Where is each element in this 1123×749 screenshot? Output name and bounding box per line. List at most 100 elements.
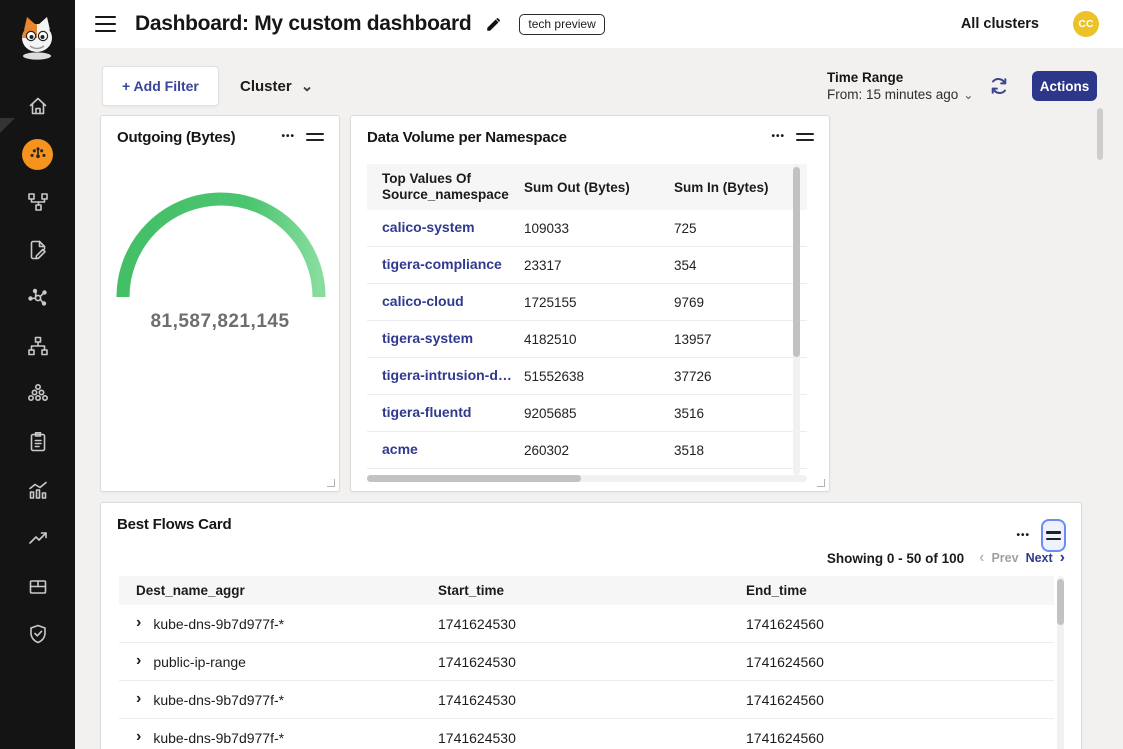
cluster-dropdown[interactable]: Cluster ⌄ xyxy=(240,66,313,106)
sidebar-item-clusters[interactable] xyxy=(0,370,75,418)
app-root: Dashboard: My custom dashboard tech prev… xyxy=(0,0,1123,749)
namespace-link[interactable]: tigera-system xyxy=(382,330,473,346)
card-title: Outgoing (Bytes) xyxy=(117,129,235,146)
document-edit-icon xyxy=(26,238,50,262)
ellipsis-menu-icon[interactable]: ••• xyxy=(1016,531,1030,541)
sidebar-item-policies[interactable] xyxy=(0,226,75,274)
namespace-link[interactable]: calico-system xyxy=(382,219,475,235)
table-row: tigera-system 4182510 13957 xyxy=(367,321,807,358)
expand-chevron-icon[interactable]: › xyxy=(136,691,141,707)
vertical-scrollbar[interactable] xyxy=(793,164,800,475)
table-row: › kube-dns-9b7d977f-* 1741624530 1741624… xyxy=(119,681,1054,719)
ellipsis-menu-icon[interactable]: ••• xyxy=(771,132,785,142)
namespace-link[interactable]: tigera-fluentd xyxy=(382,404,471,420)
namespace-link[interactable]: calico-cloud xyxy=(382,293,464,309)
column-header: End_time xyxy=(746,583,1054,598)
header-right: All clusters CC xyxy=(961,11,1123,37)
page-scrollbar[interactable] xyxy=(1097,108,1103,160)
table-row: calico-system 109033 725 xyxy=(367,210,807,247)
namespace-link[interactable]: tigera-intrusion-d… xyxy=(382,367,512,383)
prev-button[interactable]: Prev xyxy=(991,551,1018,565)
active-indicator xyxy=(22,139,53,170)
table-row: tigera-compliance 23317 354 xyxy=(367,247,807,284)
sidebar-item-trends[interactable] xyxy=(0,514,75,562)
sidebar-item-storage[interactable] xyxy=(0,562,75,610)
home-icon xyxy=(26,94,50,118)
sidebar-nav xyxy=(0,82,75,658)
column-header: Top Values Of Source_namespace xyxy=(367,171,517,203)
graph-nodes-icon xyxy=(26,286,50,310)
actions-button[interactable]: Actions xyxy=(1032,71,1097,101)
refresh-button[interactable] xyxy=(987,74,1011,98)
table-row: calico-cloud 1725155 9769 xyxy=(367,284,807,321)
edit-pencil-icon[interactable] xyxy=(485,15,503,33)
resize-handle[interactable] xyxy=(327,479,335,487)
all-clusters-selector[interactable]: All clusters xyxy=(961,16,1039,32)
sidebar-item-security[interactable] xyxy=(0,610,75,658)
column-header: Start_time xyxy=(438,583,746,598)
sidebar xyxy=(0,0,75,749)
avatar[interactable]: CC xyxy=(1073,11,1099,37)
card-best-flows: Best Flows Card ••• Showing 0 - 50 of 10… xyxy=(100,502,1082,749)
sidebar-item-network-tree[interactable] xyxy=(0,322,75,370)
drag-handle-icon[interactable] xyxy=(306,133,324,142)
pagination-status: Showing 0 - 50 of 100 xyxy=(827,551,964,566)
namespace-link[interactable]: acme xyxy=(382,441,418,457)
table-header-row: Top Values Of Source_namespace Sum Out (… xyxy=(367,164,807,210)
menu-icon[interactable] xyxy=(95,16,116,32)
ellipsis-menu-icon[interactable]: ••• xyxy=(281,132,295,142)
table-row: › kube-dns-9b7d977f-* 1741624530 1741624… xyxy=(119,605,1054,643)
sidebar-item-compliance[interactable] xyxy=(0,418,75,466)
clipboard-list-icon xyxy=(26,430,50,454)
table-row: acme 260302 3518 xyxy=(367,432,807,469)
pagination: Showing 0 - 50 of 100 ‹ Prev Next › xyxy=(827,550,1065,566)
time-range-selector[interactable]: From: 15 minutes ago ⌄ xyxy=(827,87,973,102)
dashboard-gauge-icon xyxy=(27,143,49,165)
tech-preview-badge: tech preview xyxy=(519,14,604,35)
gauge-arc xyxy=(115,189,327,305)
vertical-scrollbar[interactable] xyxy=(1057,576,1064,749)
next-button[interactable]: Next xyxy=(1026,551,1053,565)
chevron-down-icon: ⌄ xyxy=(963,89,973,101)
sidebar-item-home[interactable] xyxy=(0,82,75,130)
table-row: › kube-dns-9b7d977f-* 1741624530 1741624… xyxy=(119,719,1054,749)
cluster-circles-icon xyxy=(26,382,50,406)
chevron-left-icon: ‹ xyxy=(979,550,984,566)
calico-cat-logo[interactable] xyxy=(15,14,59,60)
bar-chart-line-icon xyxy=(26,478,50,502)
table-row: tigera-intrusion-d… 51552638 37726 xyxy=(367,358,807,395)
horizontal-scrollbar[interactable] xyxy=(367,475,807,482)
card-title: Data Volume per Namespace xyxy=(367,129,567,146)
add-filter-button[interactable]: + Add Filter xyxy=(102,66,219,106)
sidebar-item-statistics[interactable] xyxy=(0,466,75,514)
expand-chevron-icon[interactable]: › xyxy=(136,729,141,745)
chevron-down-icon: ⌄ xyxy=(301,79,314,94)
gauge-value: 81,587,821,145 xyxy=(101,311,339,333)
top-header: Dashboard: My custom dashboard tech prev… xyxy=(75,0,1123,48)
expand-chevron-icon[interactable]: › xyxy=(136,615,141,631)
refresh-icon xyxy=(987,74,1011,98)
sidebar-item-dashboards-active[interactable] xyxy=(0,130,75,178)
best-flows-table: Dest_name_aggr Start_time End_time › kub… xyxy=(119,576,1054,749)
column-header: Sum Out (Bytes) xyxy=(524,180,674,195)
data-volume-table: Top Values Of Source_namespace Sum Out (… xyxy=(367,164,807,469)
storage-box-icon xyxy=(26,574,50,598)
table-row: tigera-fluentd 9205685 3516 xyxy=(367,395,807,432)
namespace-link[interactable]: tigera-compliance xyxy=(382,256,502,272)
sitemap-icon xyxy=(26,334,50,358)
column-header: Sum In (Bytes) xyxy=(674,180,807,195)
time-range-label: Time Range xyxy=(827,70,973,85)
drag-handle-icon[interactable] xyxy=(796,133,814,142)
card-title: Best Flows Card xyxy=(117,516,232,533)
drag-handle-icon-focused[interactable] xyxy=(1041,519,1066,552)
shield-check-icon xyxy=(26,622,50,646)
page-title: Dashboard: My custom dashboard xyxy=(135,12,471,36)
sidebar-item-service-graph[interactable] xyxy=(0,274,75,322)
network-topology-icon xyxy=(26,190,50,214)
trend-arrow-icon xyxy=(26,526,50,550)
resize-handle[interactable] xyxy=(817,479,825,487)
chevron-right-icon[interactable]: › xyxy=(1060,550,1065,566)
expand-chevron-icon[interactable]: › xyxy=(136,653,141,669)
table-row: › public-ip-range 1741624530 1741624560 xyxy=(119,643,1054,681)
sidebar-item-topology[interactable] xyxy=(0,178,75,226)
